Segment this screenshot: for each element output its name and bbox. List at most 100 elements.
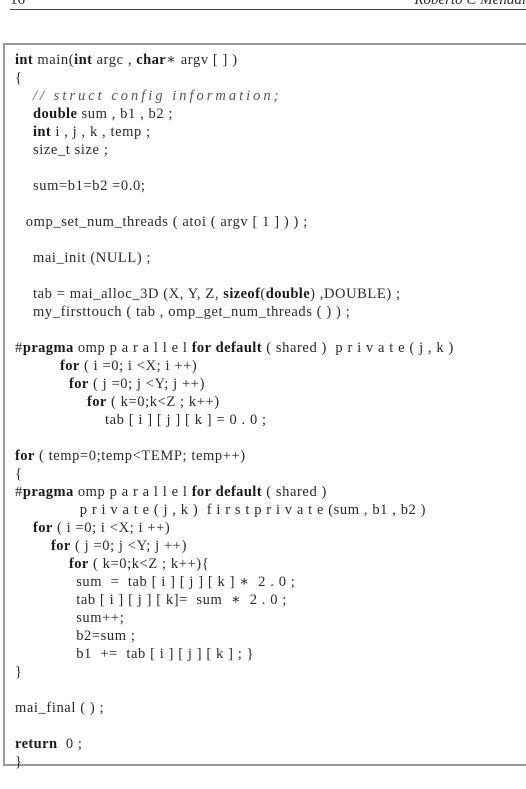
- code-keyword: for: [69, 556, 89, 572]
- code-text: omp p a r a l l e l: [73, 340, 192, 356]
- code-text: mai_final ( ) ;: [15, 700, 105, 716]
- code-line: tab = mai_alloc_3D (X, Y, Z, sizeof(doub…: [15, 285, 454, 303]
- code-keyword: default: [215, 340, 262, 356]
- running-header-author: Roberto C Mendal: [414, 0, 526, 8]
- code-keyword: int: [74, 52, 93, 68]
- code-line: mai_init (NULL) ;: [15, 249, 454, 267]
- code-text: ( i =0; i <X; i ++): [52, 520, 171, 536]
- code-line: for ( j =0; j <Y; j ++): [15, 375, 454, 393]
- header-rule: [10, 9, 526, 10]
- code-line: #pragma omp p a r a l l e l for default …: [15, 483, 454, 501]
- code-line: int main(int argc , char∗ argv [ ] ): [15, 51, 454, 69]
- code-keyword: for: [51, 538, 71, 554]
- code-line: for ( i =0; i <X; i ++): [15, 357, 454, 375]
- code-comment: // struct config information;: [33, 88, 282, 104]
- code-line: b2=sum ;: [15, 627, 454, 645]
- code-keyword: for: [191, 340, 212, 356]
- running-header: 16 Roberto C Mendal: [10, 0, 526, 8]
- code-line: for ( i =0; i <X; i ++): [15, 519, 454, 537]
- code-text: b1 += tab [ i ] [ j ] [ k ] ; }: [76, 646, 255, 662]
- code-text: sum , b1 , b2 ;: [77, 106, 174, 122]
- code-text: 0 ;: [57, 736, 83, 752]
- code-keyword: for: [191, 484, 212, 500]
- code-keyword: double: [33, 106, 78, 122]
- code-text: {: [15, 466, 23, 482]
- code-keyword: char: [136, 52, 167, 68]
- code-line: for ( k=0;k<Z ; k++){: [15, 555, 454, 573]
- code-text: ( temp=0;temp<TEMP; temp++): [34, 448, 246, 464]
- code-line: tab [ i ] [ j ] [ k]= sum ∗ 2 . 0 ;: [15, 591, 454, 609]
- code-line: {: [15, 465, 454, 483]
- code-text: ( j =0; j <Y; j ++): [88, 376, 205, 392]
- code-listing: int main(int argc , char∗ argv [ ] ){// …: [3, 43, 526, 770]
- code-keyword: default: [215, 484, 262, 500]
- code-line: double sum , b1 , b2 ;: [15, 105, 454, 123]
- code-text: omp p a r a l l e l: [73, 484, 192, 500]
- code-keyword: for: [33, 520, 53, 536]
- code-text: }: [15, 754, 23, 770]
- code-text: #: [15, 340, 23, 356]
- code-text: argc ,: [92, 52, 137, 68]
- code-text: b2=sum ;: [76, 628, 136, 644]
- code-line: }: [15, 663, 454, 681]
- code-line: sum++;: [15, 609, 454, 627]
- code-text: tab = mai_alloc_3D (X, Y, Z,: [33, 286, 224, 302]
- code-line: mai_final ( ) ;: [15, 699, 454, 717]
- code-keyword: return: [15, 736, 58, 752]
- code-line: tab [ i ] [ j ] [ k ] = 0 . 0 ;: [15, 411, 454, 429]
- code-line: sum=b1=b2 =0.0;: [15, 177, 454, 195]
- code-line: for ( k=0;k<Z ; k++): [15, 393, 454, 411]
- code-keyword: for: [60, 358, 80, 374]
- code-line: return 0 ;: [15, 735, 454, 753]
- code-line: // struct config information;: [15, 87, 454, 105]
- code-line: my_firsttouch ( tab , omp_get_num_thread…: [15, 303, 454, 321]
- code-text: i , j , k , temp ;: [51, 124, 151, 140]
- code-text: #: [15, 484, 23, 500]
- code-text: omp_set_num_threads ( atoi ( argv [ 1 ] …: [25, 214, 308, 230]
- code-keyword: pragma: [22, 484, 74, 500]
- code-line: int i , j , k , temp ;: [15, 123, 454, 141]
- code-text: sum = tab [ i ] [ j ] [ k ] ∗ 2 . 0 ;: [76, 574, 296, 590]
- code-text: ) ,DOUBLE) ;: [310, 286, 401, 302]
- code-line: #pragma omp p a r a l l e l for default …: [15, 339, 454, 357]
- code-text: ( k=0;k<Z ; k++): [106, 394, 220, 410]
- code-keyword: for: [15, 448, 35, 464]
- code-text: my_firsttouch ( tab , omp_get_num_thread…: [33, 304, 351, 320]
- code-keyword: double: [265, 286, 311, 302]
- code-lines: int main(int argc , char∗ argv [ ] ){// …: [15, 51, 454, 771]
- code-line: for ( j =0; j <Y; j ++): [15, 537, 454, 555]
- code-keyword: for: [87, 394, 107, 410]
- code-line: b1 += tab [ i ] [ j ] [ k ] ; }: [15, 645, 454, 663]
- code-line: }: [15, 753, 454, 771]
- code-text: ( i =0; i <X; i ++): [79, 358, 198, 374]
- page-number: 16: [10, 0, 25, 8]
- code-text: ( shared ) p r i v a t e ( j , k ): [261, 340, 454, 356]
- code-text: main(: [33, 52, 75, 68]
- code-line: size_t size ;: [15, 141, 454, 159]
- code-text: ( j =0; j <Y; j ++): [70, 538, 187, 554]
- code-keyword: for: [69, 376, 89, 392]
- code-text: ∗ argv [ ] ): [166, 52, 238, 68]
- code-keyword: pragma: [22, 340, 74, 356]
- code-keyword: sizeof: [223, 286, 261, 302]
- code-line: sum = tab [ i ] [ j ] [ k ] ∗ 2 . 0 ;: [15, 573, 454, 591]
- code-text: ( k=0;k<Z ; k++){: [88, 556, 210, 572]
- code-text: {: [15, 70, 23, 86]
- code-keyword: int: [33, 124, 52, 140]
- code-text: p r i v a t e ( j , k ) f i r s t p r i …: [79, 502, 427, 518]
- code-text: tab [ i ] [ j ] [ k]= sum ∗ 2 . 0 ;: [76, 592, 287, 608]
- code-text: ( shared ): [261, 484, 327, 500]
- code-text: sum++;: [76, 610, 125, 626]
- code-line: {: [15, 69, 454, 87]
- code-line: for ( temp=0;temp<TEMP; temp++): [15, 447, 454, 465]
- code-text: size_t size ;: [33, 142, 109, 158]
- code-text: mai_init (NULL) ;: [33, 250, 152, 266]
